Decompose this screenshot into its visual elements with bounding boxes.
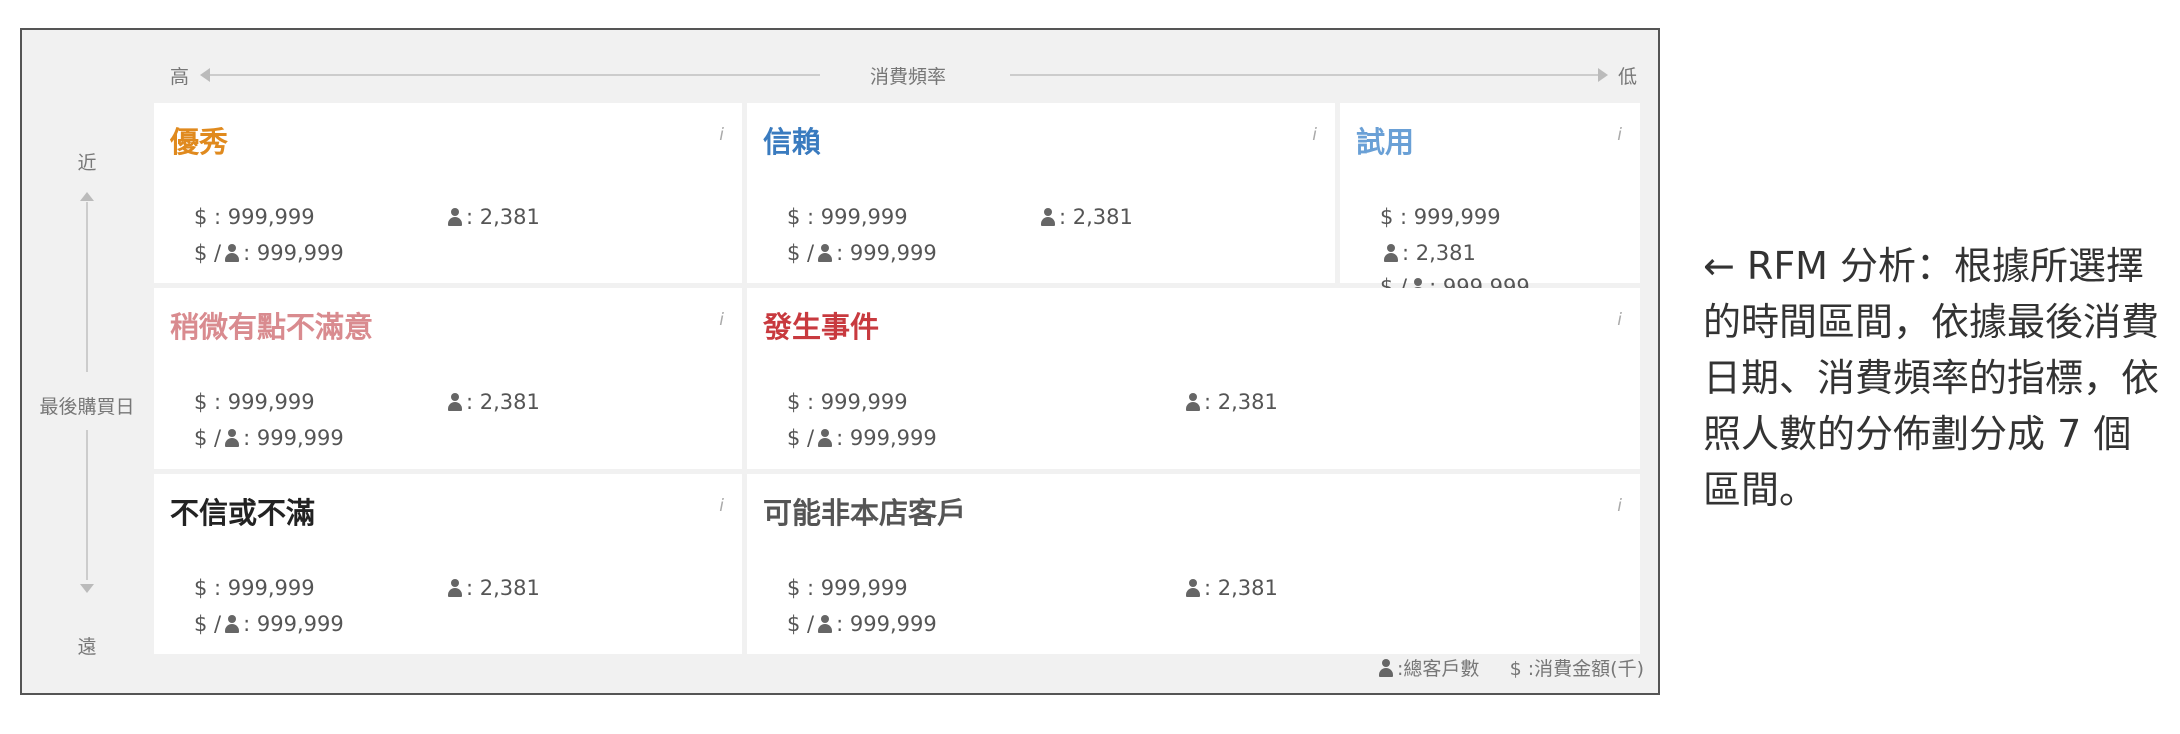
- segment-title: 優秀: [170, 125, 229, 159]
- recency-axis: 近 最後購買日 遠: [22, 110, 152, 670]
- user-icon: [224, 429, 240, 447]
- segment-average: $ /: 999,999: [194, 612, 344, 636]
- segment-title: 稍微有點不滿意: [170, 310, 374, 344]
- segment-customers: : 2,381: [1037, 205, 1133, 229]
- segment-revenue: $ : 999,999: [194, 205, 315, 229]
- segment-average: $ /: 999,999: [787, 241, 937, 265]
- arrow-up-icon: [80, 192, 94, 201]
- user-icon: [1185, 393, 1201, 411]
- user-icon: [817, 244, 833, 262]
- info-icon[interactable]: i: [1312, 125, 1317, 145]
- segment-customers: : 2,381: [444, 205, 540, 229]
- segment-card-trusted[interactable]: 信賴 i $ : 999,999 : 2,381 $ /: 999,999: [747, 103, 1335, 283]
- rfm-panel: 高 消費頻率 低 近 最後購買日 遠 優秀 i $ : 999,999 : 2,…: [20, 28, 1660, 695]
- legend: :總客戶數 $ :消費金額(千): [1375, 654, 1644, 681]
- recency-axis-title: 最後購買日: [39, 396, 135, 418]
- segment-title: 試用: [1356, 125, 1415, 159]
- annotation-note: ← RFM 分析：根據所選擇的時間區間，依據最後消費日期、消費頻率的指標，依照人…: [1703, 244, 2160, 512]
- segment-average: $ /: 999,999: [194, 241, 344, 265]
- user-icon: [817, 429, 833, 447]
- info-icon[interactable]: i: [719, 496, 724, 516]
- segment-average: $ /: 999,999: [194, 426, 344, 450]
- legend-customers: :總客戶數: [1397, 658, 1480, 680]
- axis-line-top: [86, 202, 88, 372]
- user-icon: [1378, 659, 1394, 677]
- segment-average: $ /: 999,999: [787, 426, 937, 450]
- segment-title: 發生事件: [763, 310, 880, 344]
- segment-revenue: $ : 999,999: [787, 390, 908, 414]
- segment-customers: : 2,381: [444, 576, 540, 600]
- frequency-low-label: 低: [1618, 66, 1638, 88]
- user-icon: [817, 615, 833, 633]
- segment-title: 可能非本店客戶: [763, 496, 967, 530]
- legend-revenue: $ :消費金額(千): [1509, 658, 1644, 680]
- frequency-axis: 高 消費頻率 低: [170, 54, 1640, 94]
- segment-card-not-our-customer[interactable]: 可能非本店客戶 i $ : 999,999 : 2,381 $ /: 999,9…: [747, 474, 1640, 654]
- segment-customers: : 2,381: [1380, 241, 1476, 265]
- segment-title: 信賴: [763, 125, 822, 159]
- axis-line-right: [1010, 74, 1600, 76]
- arrow-down-icon: [80, 584, 94, 593]
- user-icon: [1383, 244, 1399, 262]
- segment-title: 不信或不滿: [170, 496, 316, 530]
- frequency-high-label: 高: [170, 66, 190, 88]
- segment-revenue: $ : 999,999: [787, 576, 908, 600]
- segment-revenue: $ : 999,999: [1380, 205, 1501, 229]
- info-icon[interactable]: i: [1617, 125, 1622, 145]
- segment-customers: : 2,381: [1182, 390, 1278, 414]
- info-icon[interactable]: i: [719, 125, 724, 145]
- user-icon: [224, 244, 240, 262]
- user-icon: [447, 393, 463, 411]
- segment-revenue: $ : 999,999: [787, 205, 908, 229]
- recency-near-label: 近: [77, 152, 97, 174]
- info-icon[interactable]: i: [1617, 496, 1622, 516]
- segment-revenue: $ : 999,999: [194, 576, 315, 600]
- segment-customers: : 2,381: [444, 390, 540, 414]
- segment-card-slightly-dissatisfied[interactable]: 稍微有點不滿意 i $ : 999,999 : 2,381 $ /: 999,9…: [154, 288, 742, 469]
- info-icon[interactable]: i: [719, 310, 724, 330]
- segment-card-trial[interactable]: 試用 i $ : 999,999 : 2,381 $ /: 999,999: [1340, 103, 1640, 299]
- segment-card-excellent[interactable]: 優秀 i $ : 999,999 : 2,381 $ /: 999,999: [154, 103, 742, 283]
- segment-card-incident[interactable]: 發生事件 i $ : 999,999 : 2,381 $ /: 999,999: [747, 288, 1640, 469]
- recency-far-label: 遠: [77, 636, 97, 658]
- segment-card-distrust[interactable]: 不信或不滿 i $ : 999,999 : 2,381 $ /: 999,999: [154, 474, 742, 654]
- user-icon: [447, 579, 463, 597]
- info-icon[interactable]: i: [1617, 310, 1622, 330]
- arrow-right-icon: [1598, 68, 1608, 82]
- segment-average: $ /: 999,999: [787, 612, 937, 636]
- segment-customers: : 2,381: [1182, 576, 1278, 600]
- user-icon: [1185, 579, 1201, 597]
- user-icon: [1040, 208, 1056, 226]
- arrow-left-icon: [200, 68, 210, 82]
- axis-line-bottom: [86, 430, 88, 580]
- user-icon: [224, 615, 240, 633]
- frequency-axis-title: 消費頻率: [870, 66, 947, 88]
- user-icon: [447, 208, 463, 226]
- axis-line-left: [210, 74, 820, 76]
- segment-revenue: $ : 999,999: [194, 390, 315, 414]
